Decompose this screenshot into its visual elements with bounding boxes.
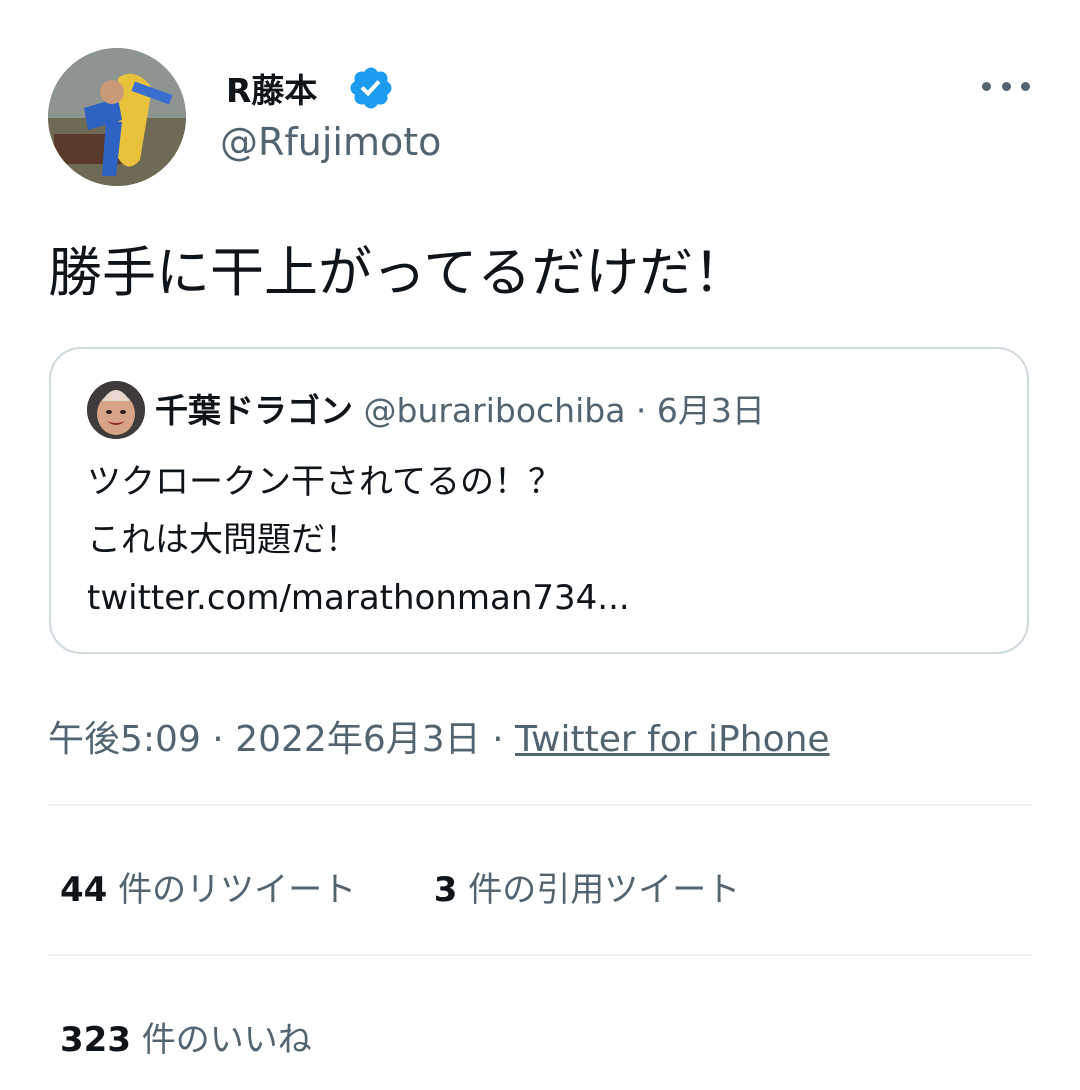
author-handle[interactable]: @Rfujimoto	[220, 120, 441, 164]
likes-count: 323	[60, 1020, 131, 1060]
more-options-icon[interactable]	[982, 74, 1030, 98]
quoted-tweet-text: ツクロークン干されてるの！？ これは大問題だ！ twitter.com/mara…	[87, 453, 630, 627]
tweet-meta: 午後5:09 · 2022年6月3日 · Twitter for iPhone	[48, 710, 830, 762]
quotes-label: 件の引用ツイート	[468, 870, 741, 910]
engagement-stats-row: 44 件のリツイート 3 件の引用ツイート	[60, 862, 740, 911]
quoted-display-name: 千葉ドラゴン	[155, 391, 353, 430]
divider	[48, 804, 1032, 806]
quoted-link: twitter.com/marathonman734...	[87, 578, 630, 618]
avatar-photo	[48, 48, 186, 186]
more-dot	[1021, 81, 1030, 91]
retweets-stat[interactable]: 44 件のリツイート	[60, 870, 356, 910]
retweets-count: 44	[60, 870, 108, 910]
separator-dot: ·	[492, 719, 504, 760]
quoted-author-avatar	[87, 381, 145, 439]
likes-stat[interactable]: 323 件のいいね	[60, 1020, 312, 1060]
separator-dot: ·	[635, 391, 647, 430]
author-display-name[interactable]: R藤本	[226, 64, 317, 112]
likes-label: 件のいいね	[141, 1020, 312, 1060]
tweet-date[interactable]: 2022年6月3日	[235, 719, 480, 760]
quoted-avatar-photo	[87, 381, 145, 439]
verified-badge-icon	[350, 67, 392, 109]
quoted-line: これは大問題だ！	[87, 520, 359, 560]
quoted-date: 6月3日	[656, 391, 765, 430]
quoted-header: 千葉ドラゴン @buraribochiba · 6月3日	[155, 389, 765, 433]
separator-dot: ·	[212, 719, 224, 760]
quotes-stat[interactable]: 3 件の引用ツイート	[434, 870, 740, 910]
retweets-label: 件のリツイート	[118, 870, 357, 910]
author-avatar[interactable]	[48, 48, 186, 186]
likes-stats-row: 323 件のいいね	[60, 1012, 312, 1061]
tweet-source-link[interactable]: Twitter for iPhone	[515, 719, 830, 760]
quoted-handle: @buraribochiba	[363, 391, 626, 430]
quotes-count: 3	[433, 870, 458, 910]
divider	[48, 954, 1032, 956]
tweet-time[interactable]: 午後5:09	[48, 719, 201, 760]
tweet-text: 勝手に干上がってるだけだ！	[48, 241, 748, 304]
more-dot	[1001, 81, 1011, 91]
quoted-tweet-card[interactable]: 千葉ドラゴン @buraribochiba · 6月3日 ツクロークン干されてる…	[49, 347, 1029, 654]
quoted-line: ツクロークン干されてるの！？	[87, 462, 562, 502]
more-dot	[982, 81, 991, 91]
